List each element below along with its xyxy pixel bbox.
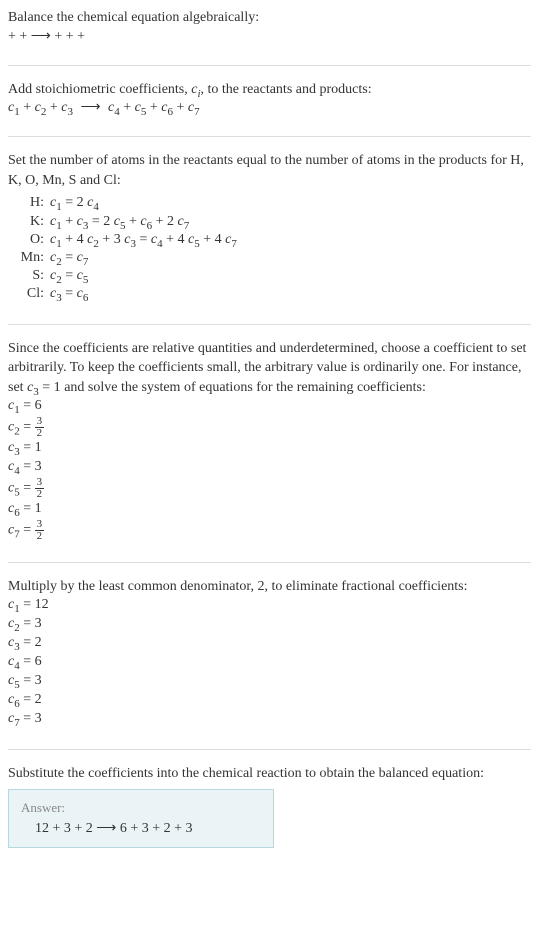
- substitute-section: Substitute the coefficients into the che…: [8, 764, 531, 849]
- coef-val: 6: [35, 654, 42, 669]
- coef-line: c6 = 2: [8, 691, 531, 710]
- stoich-section: Add stoichiometric coefficients, ci, to …: [8, 80, 531, 117]
- atom-eq: c2 = c5: [50, 267, 531, 285]
- atom-eq: c2 = c7: [50, 249, 531, 267]
- stoich-equation: c1 + c2 + c3 ⟶ c4 + c5 + c6 + c7: [8, 99, 531, 116]
- coef-line: c5 = 3: [8, 672, 531, 691]
- stoich-pre: Add stoichiometric coefficients,: [8, 82, 191, 97]
- atoms-table: H: c1 = 2 c4 K: c1 + c3 = 2 c5 + c6 + 2 …: [16, 194, 531, 303]
- coef-val: 1: [35, 440, 42, 455]
- frac-den: 2: [35, 489, 45, 500]
- coef-val: 3: [35, 673, 42, 688]
- divider: [8, 749, 531, 750]
- divider: [8, 136, 531, 137]
- coef-val: 3: [35, 459, 42, 474]
- atom-eq: c1 = 2 c4: [50, 194, 531, 212]
- coef-line: c6 = 1: [8, 500, 531, 519]
- coef-val: 1: [35, 501, 42, 516]
- choose-coefficients: c1 = 6 c2 = 32 c3 = 1 c4 = 3 c5 = 32 c6 …: [8, 397, 531, 542]
- atom-label: Mn:: [16, 249, 50, 267]
- answer-label: Answer:: [21, 800, 261, 816]
- atom-eq: c3 = c6: [50, 285, 531, 303]
- divider: [8, 65, 531, 66]
- multiply-intro: Multiply by the least common denominator…: [8, 577, 531, 597]
- intro-text: Balance the chemical equation algebraica…: [8, 8, 531, 28]
- atom-label: O:: [16, 231, 50, 249]
- atom-eq: c1 + c3 = 2 c5 + c6 + 2 c7: [50, 213, 531, 231]
- atom-row: Cl: c3 = c6: [16, 285, 531, 303]
- coef-val: 2: [35, 635, 42, 650]
- multiply-coefficients: c1 = 12 c2 = 3 c3 = 2 c4 = 6 c5 = 3 c6 =…: [8, 596, 531, 728]
- coef-line: c7 = 32: [8, 519, 531, 542]
- fraction: 32: [35, 477, 45, 500]
- choose-intro: Since the coefficients are relative quan…: [8, 339, 531, 398]
- atom-label: Cl:: [16, 285, 50, 303]
- choose-section: Since the coefficients are relative quan…: [8, 339, 531, 542]
- stoich-post: , to the reactants and products:: [201, 82, 372, 97]
- intro-section: Balance the chemical equation algebraica…: [8, 8, 531, 45]
- divider: [8, 324, 531, 325]
- atom-eq: c1 + 4 c2 + 3 c3 = c4 + 4 c5 + 4 c7: [50, 231, 531, 249]
- answer-equation: 12 + 3 + 2 ⟶ 6 + 3 + 2 + 3: [21, 820, 261, 837]
- atom-row: Mn: c2 = c7: [16, 249, 531, 267]
- multiply-section: Multiply by the least common denominator…: [8, 577, 531, 729]
- atom-row: S: c2 = c5: [16, 267, 531, 285]
- coef-val: 12: [35, 597, 49, 612]
- coef-line: c7 = 3: [8, 710, 531, 729]
- coef-line: c2 = 3: [8, 615, 531, 634]
- atom-row: H: c1 = 2 c4: [16, 194, 531, 212]
- frac-den: 2: [35, 531, 45, 542]
- coef-val: 2: [35, 692, 42, 707]
- fraction: 32: [35, 416, 45, 439]
- atom-label: H:: [16, 194, 50, 212]
- substitute-intro: Substitute the coefficients into the che…: [8, 764, 531, 784]
- coef-line: c4 = 6: [8, 653, 531, 672]
- coef-val: 3: [35, 711, 42, 726]
- atoms-section: Set the number of atoms in the reactants…: [8, 151, 531, 303]
- answer-box: Answer: 12 + 3 + 2 ⟶ 6 + 3 + 2 + 3: [8, 789, 274, 848]
- coef-line: c2 = 32: [8, 416, 531, 439]
- coef-line: c4 = 3: [8, 458, 531, 477]
- coef-val: 3: [35, 616, 42, 631]
- coef-line: c5 = 32: [8, 477, 531, 500]
- coef-line: c3 = 2: [8, 634, 531, 653]
- intro-equation: + + ⟶ + + +: [8, 28, 531, 45]
- coef-val: 6: [35, 398, 42, 413]
- coef-line: c3 = 1: [8, 439, 531, 458]
- atom-row: K: c1 + c3 = 2 c5 + c6 + 2 c7: [16, 213, 531, 231]
- coef-line: c1 = 12: [8, 596, 531, 615]
- choose-post: and solve the system of equations for th…: [61, 380, 426, 395]
- frac-den: 2: [35, 428, 45, 439]
- atom-row: O: c1 + 4 c2 + 3 c3 = c4 + 4 c5 + 4 c7: [16, 231, 531, 249]
- divider: [8, 562, 531, 563]
- stoich-text: Add stoichiometric coefficients, ci, to …: [8, 80, 531, 100]
- atoms-intro: Set the number of atoms in the reactants…: [8, 151, 531, 190]
- fraction: 32: [35, 519, 45, 542]
- atom-label: K:: [16, 213, 50, 231]
- coef-line: c1 = 6: [8, 397, 531, 416]
- atom-label: S:: [16, 267, 50, 285]
